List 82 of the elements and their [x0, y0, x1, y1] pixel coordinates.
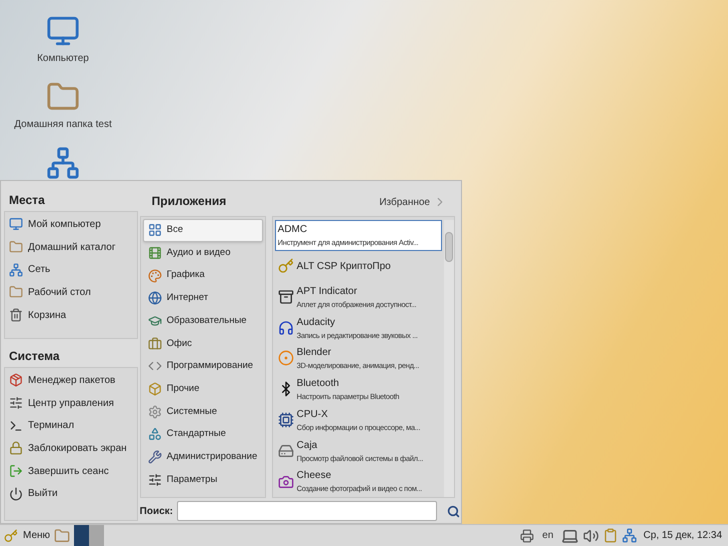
menu-item[interactable]: Заблокировать экран — [28, 440, 127, 456]
category-item[interactable]: Стандартные — [166, 427, 226, 442]
category-item[interactable]: Программирование — [166, 359, 254, 374]
menu-item[interactable]: Менеджер пакетов — [28, 372, 116, 388]
app-name[interactable]: Blender — [296, 345, 420, 360]
desktop-icon-label[interactable]: Домашняя папка test — [14, 117, 112, 132]
box-icon — [148, 382, 162, 396]
briefcase-icon — [148, 336, 162, 351]
printer-icon[interactable] — [520, 528, 534, 542]
sliders-icon — [148, 472, 162, 487]
trash-icon — [9, 308, 23, 322]
search-label: Поиск: — [140, 504, 173, 519]
folder-icon — [9, 240, 23, 254]
clipboard-icon[interactable] — [603, 528, 618, 543]
monitor-icon — [46, 14, 80, 48]
terminal-icon — [9, 418, 23, 433]
clock[interactable]: Ср, 15 дек, 12:34 — [643, 528, 722, 543]
app-name[interactable]: ADMC — [278, 222, 418, 238]
volume-icon[interactable] — [583, 528, 600, 544]
category-item[interactable]: Графика — [166, 268, 205, 283]
app-name[interactable]: Bluetooth — [296, 376, 400, 392]
monitor-icon — [9, 217, 23, 232]
graduation-cap-icon — [148, 314, 162, 328]
grid-icon — [148, 223, 162, 238]
chip-icon — [278, 412, 294, 428]
folder-icon — [9, 285, 23, 300]
menu-button[interactable]: Меню — [0, 528, 54, 543]
menu-item[interactable]: Терминал — [28, 418, 74, 434]
app-name[interactable]: APT Indicator — [296, 284, 416, 299]
section-title: Места — [9, 192, 46, 209]
category-item[interactable]: Системные — [166, 404, 217, 419]
menu-item[interactable]: Корзина — [28, 308, 66, 323]
app-name[interactable]: Audacity — [296, 314, 418, 330]
app-name[interactable]: Caja — [296, 438, 424, 453]
menu-item[interactable]: Сеть — [28, 262, 50, 278]
circle-icon — [278, 350, 294, 366]
key-icon — [4, 528, 18, 542]
section-title: Система — [9, 348, 61, 365]
network-icon[interactable] — [622, 528, 638, 543]
desktop-icon-label[interactable]: Компьютер — [37, 51, 89, 66]
favorites-link[interactable]: Избранное — [379, 194, 447, 210]
wrench-icon — [148, 450, 162, 464]
power-icon — [9, 486, 23, 501]
app-name[interactable]: ALT CSP КриптоПро — [296, 258, 391, 274]
scrollbar[interactable] — [444, 220, 454, 497]
logout-icon — [9, 464, 23, 478]
category-item[interactable]: Администрирование — [166, 450, 258, 464]
menu-item[interactable]: Завершить сеанс — [28, 464, 109, 479]
category-item[interactable]: Прочие — [166, 382, 200, 396]
package-icon — [9, 373, 23, 388]
network-icon — [46, 146, 80, 180]
category-item[interactable]: Образовательные — [166, 314, 247, 328]
app-name[interactable]: CPU-X — [296, 406, 420, 422]
keyboard-layout[interactable]: en — [542, 528, 554, 543]
menu-item[interactable]: Центр управления — [28, 396, 114, 411]
category-item[interactable]: Офис — [166, 336, 192, 351]
menu-item[interactable]: Рабочий стол — [28, 284, 91, 300]
sliders-icon — [9, 396, 23, 410]
app-name[interactable]: Cheese — [296, 468, 422, 484]
palette-icon — [148, 268, 162, 283]
headphones-icon — [278, 320, 294, 336]
lock-icon — [9, 441, 23, 456]
category-item[interactable]: Интернет — [166, 291, 208, 306]
globe-icon — [148, 291, 162, 306]
menu-item[interactable]: Домашний каталог — [28, 240, 116, 255]
drive-icon — [278, 442, 294, 459]
category-item[interactable]: Все — [166, 223, 184, 238]
box-icon — [278, 288, 294, 305]
category-item[interactable]: Аудио и видео — [166, 246, 231, 260]
menu-item[interactable]: Мой компьютер — [28, 216, 101, 232]
key-icon — [278, 258, 294, 274]
network-icon — [9, 262, 23, 277]
search-button[interactable] — [445, 503, 461, 520]
shapes-icon — [148, 427, 162, 442]
section-title: Приложения — [152, 192, 226, 210]
window-button[interactable] — [74, 524, 90, 546]
camera-icon — [278, 474, 294, 490]
category-item[interactable]: Параметры — [166, 472, 218, 487]
search-field[interactable] — [177, 501, 437, 522]
film-icon — [148, 246, 162, 260]
gear-icon — [148, 404, 162, 419]
menu-item[interactable]: Выйти — [28, 486, 58, 502]
